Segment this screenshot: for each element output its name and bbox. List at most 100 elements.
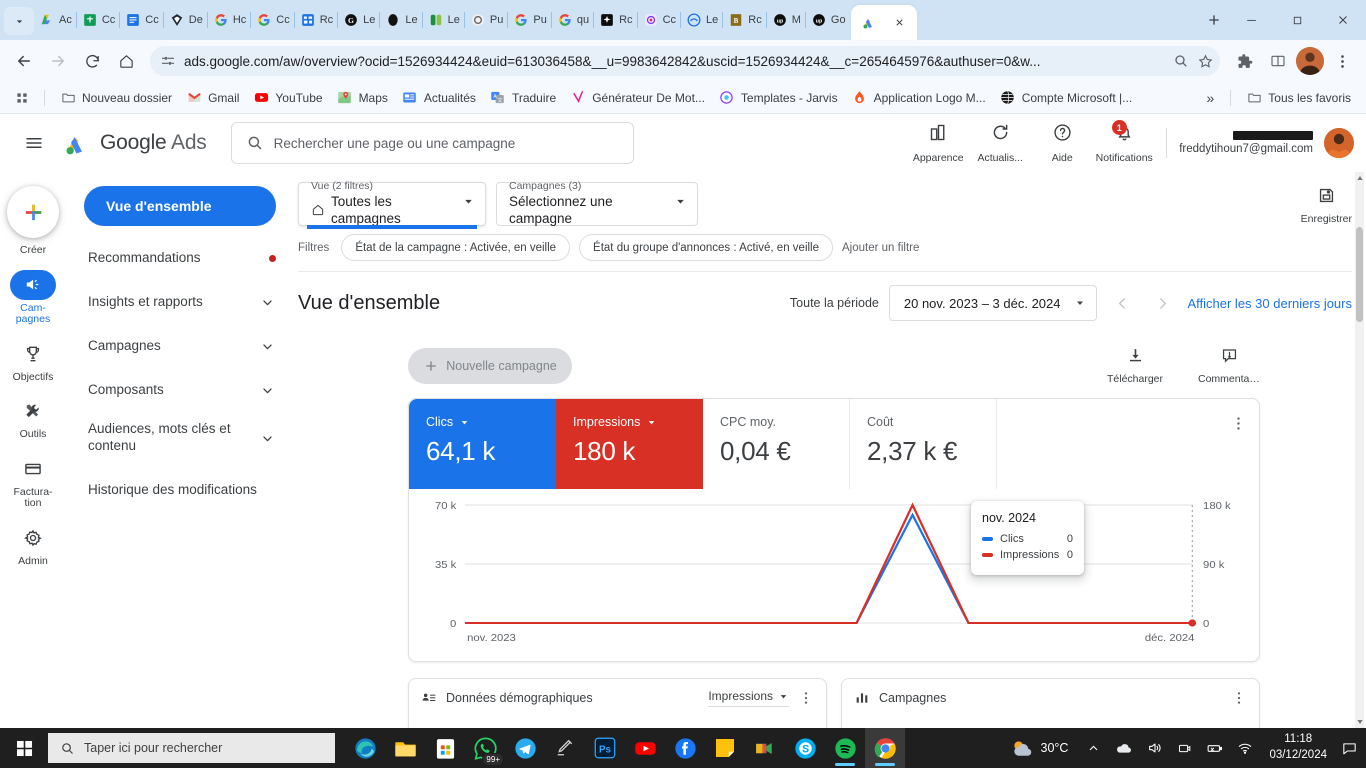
save-button[interactable]: Enregistrer xyxy=(1301,182,1352,225)
metric-selector[interactable]: Impressions xyxy=(708,689,789,707)
chevron-down-icon[interactable] xyxy=(646,417,657,428)
forward-arrow-icon[interactable] xyxy=(42,45,74,77)
rail-item-facturation[interactable]: Factura-tion xyxy=(0,454,66,510)
facebook-icon[interactable] xyxy=(665,728,705,768)
browser-tab[interactable]: Cc xyxy=(251,0,294,40)
notifications-button[interactable]: 1 Notifications xyxy=(1094,122,1154,164)
sidebar-item-campagnes[interactable]: Campagnes xyxy=(66,324,290,368)
sidebar-item-composants[interactable]: Composants xyxy=(66,368,290,412)
rail-item-campagnes[interactable]: Cam-pagnes xyxy=(0,270,66,326)
bookmark-item[interactable]: Actualités xyxy=(395,86,483,110)
browser-tab[interactable]: qu xyxy=(552,0,594,40)
browser-tab[interactable]: Rc xyxy=(295,0,338,40)
back-arrow-icon[interactable] xyxy=(8,45,40,77)
browser-tab[interactable]: Le xyxy=(423,0,465,40)
apps-grid-icon[interactable] xyxy=(8,86,36,110)
previous-period-button[interactable] xyxy=(1107,288,1137,318)
filter-chip-campaign-status[interactable]: État de la campagne : Activée, en veille xyxy=(341,234,570,261)
browser-tab[interactable]: Cc xyxy=(120,0,163,40)
browser-tab[interactable]: Le xyxy=(681,0,723,40)
show-hidden-icons-button[interactable] xyxy=(1080,728,1107,768)
tune-icon[interactable] xyxy=(160,53,176,69)
bookmark-item[interactable]: Générateur De Mot... xyxy=(563,86,712,110)
bookmark-item[interactable]: A文Traduire xyxy=(483,86,563,110)
bookmark-item[interactable]: YouTube xyxy=(246,86,329,110)
more-options-icon[interactable] xyxy=(1230,415,1247,437)
date-range-picker[interactable]: 20 nov. 2023 – 3 déc. 2024 xyxy=(889,285,1098,321)
close-window-button[interactable] xyxy=(1320,3,1366,37)
kebab-menu-icon[interactable] xyxy=(1326,45,1358,77)
scrollbar-vertical[interactable] xyxy=(1355,172,1364,728)
chrome-icon[interactable] xyxy=(865,728,905,768)
star-icon[interactable] xyxy=(1193,53,1214,70)
browser-tab[interactable]: Cc xyxy=(638,0,681,40)
rail-item-outils[interactable]: Outils xyxy=(0,396,66,441)
more-options-icon[interactable] xyxy=(798,690,814,706)
onedrive-icon[interactable] xyxy=(1107,728,1140,768)
new-tab-button[interactable] xyxy=(1200,6,1228,34)
rail-item-admin[interactable]: Admin xyxy=(0,523,66,568)
scroll-down-arrow[interactable] xyxy=(1355,716,1364,728)
home-icon[interactable] xyxy=(110,45,142,77)
minimize-button[interactable] xyxy=(1228,3,1274,37)
browser-tab[interactable]: Le xyxy=(380,0,422,40)
windows-start-icon[interactable] xyxy=(0,728,48,768)
search-input[interactable]: Rechercher une page ou une campagne xyxy=(231,122,634,164)
metric-card-cout[interactable]: Coût 2,37 k € xyxy=(850,399,997,489)
add-filter-button[interactable]: Ajouter un filtre xyxy=(842,242,919,254)
browser-tab[interactable]: Pu xyxy=(465,0,508,40)
plus-fab-icon[interactable] xyxy=(7,186,59,238)
maximize-button[interactable] xyxy=(1274,3,1320,37)
google-meet-icon[interactable] xyxy=(745,728,785,768)
bookmark-item[interactable]: Compte Microsoft |... xyxy=(993,86,1139,110)
address-bar[interactable]: ads.google.com/aw/overview?ocid=15269344… xyxy=(150,46,1220,76)
skype-icon[interactable] xyxy=(785,728,825,768)
taskbar-clock[interactable]: 11:18 03/12/2024 xyxy=(1260,732,1336,763)
rail-item-creer[interactable]: Créer xyxy=(0,186,66,257)
download-button[interactable]: Télécharger xyxy=(1104,346,1166,385)
edge-icon[interactable] xyxy=(345,728,385,768)
view-selector[interactable]: Vue (2 filtres) Toutes les campagnes xyxy=(298,182,486,226)
whatsapp-icon[interactable]: 99+ xyxy=(465,728,505,768)
microsoft-store-icon[interactable] xyxy=(425,728,465,768)
overview-line-chart[interactable]: 70 k35 k0180 k90 k0nov. 2023déc. 2024 no… xyxy=(409,489,1259,661)
search-zoom-icon[interactable] xyxy=(1173,53,1189,69)
help-button[interactable]: Aide xyxy=(1032,122,1092,164)
avatar[interactable] xyxy=(1324,128,1354,158)
metric-card-cpc-moy[interactable]: CPC moy. 0,04 € xyxy=(703,399,850,489)
bookmark-item[interactable]: Maps xyxy=(330,86,395,110)
sidebar-item-recommandations[interactable]: Recommandations xyxy=(66,236,290,280)
more-options-icon[interactable] xyxy=(1231,690,1247,706)
next-period-button[interactable] xyxy=(1147,288,1177,318)
reload-icon[interactable] xyxy=(76,45,108,77)
new-campaign-button[interactable]: Nouvelle campagne xyxy=(408,348,572,384)
sidebar-item-historique-des-modifications[interactable]: Historique des modifications xyxy=(66,464,290,516)
wifi-icon[interactable] xyxy=(1230,728,1260,768)
sidebar-item-audiences-mots-cles-et-contenu[interactable]: Audiences, mots clés et contenu xyxy=(66,412,290,464)
spotify-icon[interactable] xyxy=(825,728,865,768)
browser-tab[interactable]: Cc xyxy=(77,0,120,40)
browser-tab[interactable]: upM xyxy=(767,0,806,40)
volume-icon[interactable] xyxy=(1140,728,1170,768)
split-screen-icon[interactable] xyxy=(1262,45,1294,77)
account-info[interactable]: freddytihoun7@gmail.com xyxy=(1179,131,1313,155)
refresh-button[interactable]: Actualis... xyxy=(970,122,1030,164)
profile-avatar[interactable] xyxy=(1296,47,1324,75)
bookmarks-overflow-button[interactable]: » xyxy=(1199,86,1223,110)
hamburger-icon[interactable] xyxy=(16,125,52,161)
battery-icon[interactable] xyxy=(1199,728,1230,768)
telegram-icon[interactable] xyxy=(505,728,545,768)
filter-chip-adgroup-status[interactable]: État du groupe d'annonces : Activé, en v… xyxy=(579,234,833,261)
browser-tab[interactable]: Hc xyxy=(208,0,251,40)
photoshop-icon[interactable]: Ps xyxy=(585,728,625,768)
metric-card-clics[interactable]: Clics 64,1 k xyxy=(409,399,556,489)
browser-tab[interactable]: Rc xyxy=(594,0,637,40)
camera-icon[interactable] xyxy=(1170,728,1199,768)
scrollbar-thumb[interactable] xyxy=(1356,227,1363,322)
sidebar-item-insights-et-rapports[interactable]: Insights et rapports xyxy=(66,280,290,324)
browser-tab[interactable]: Ac xyxy=(34,0,77,40)
browser-tab[interactable]: GLe xyxy=(338,0,380,40)
extensions-icon[interactable] xyxy=(1228,45,1260,77)
close-icon[interactable] xyxy=(893,16,907,30)
bookmark-item[interactable]: Gmail xyxy=(179,86,246,110)
